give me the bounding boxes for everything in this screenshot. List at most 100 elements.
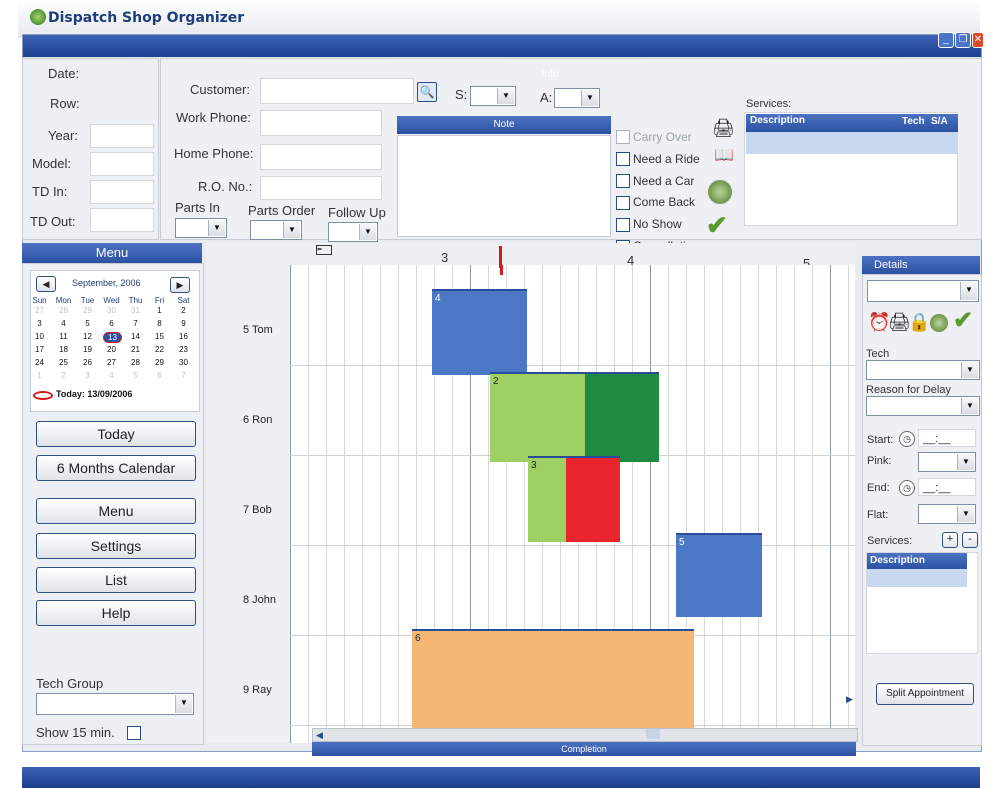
start-time-input[interactable]: __:__ [918, 429, 976, 447]
flat-select[interactable]: ▼ [918, 504, 976, 524]
customer-field[interactable] [260, 78, 414, 104]
carry-over-checkbox[interactable] [616, 130, 630, 144]
scrollbar-thumb[interactable] [646, 729, 660, 739]
tech-select[interactable]: ▼ [866, 360, 980, 380]
help-button[interactable]: Help [36, 600, 196, 626]
appointment-block-delayed[interactable] [566, 456, 620, 542]
calendar-day[interactable]: 4 [55, 319, 72, 328]
a-select[interactable]: ▼ [554, 88, 600, 108]
calendar-day[interactable]: 25 [55, 358, 72, 367]
td-in-field[interactable] [90, 180, 154, 204]
need-ride-checkbox[interactable] [616, 152, 630, 166]
close-button[interactable]: ✕ [972, 32, 984, 48]
calendar-day[interactable]: 6 [151, 371, 168, 380]
horizontal-scrollbar[interactable] [312, 728, 858, 742]
year-field[interactable] [90, 124, 154, 148]
settings-button[interactable]: Settings [36, 533, 196, 559]
calendar-day[interactable]: 28 [127, 358, 144, 367]
restore-button[interactable]: ❐ [955, 32, 971, 48]
appointment-block[interactable]: 2 [490, 372, 585, 462]
calendar-day[interactable]: 18 [55, 345, 72, 354]
no-show-checkbox[interactable] [616, 218, 630, 232]
end-time-input[interactable]: __:__ [918, 478, 976, 496]
calendar-day[interactable]: 29 [79, 306, 96, 315]
book-icon[interactable]: 📖 [714, 145, 734, 165]
clock-icon[interactable]: ◷ [899, 480, 915, 496]
appointment-block-completed[interactable] [585, 372, 659, 462]
calendar-day[interactable]: 3 [79, 371, 96, 380]
model-field[interactable] [90, 152, 154, 176]
calendar-day[interactable]: 10 [31, 332, 48, 341]
next-month-button[interactable]: ▶ [170, 277, 190, 293]
menu-button[interactable]: Menu [36, 498, 196, 524]
appointment-block[interactable]: 4 [432, 289, 527, 375]
details-select[interactable]: ▼ [867, 280, 979, 302]
calendar-day[interactable]: 16 [175, 332, 192, 341]
technician-row-label[interactable]: 7 Bob [243, 504, 272, 516]
calendar-day[interactable]: 26 [79, 358, 96, 367]
calendar-day[interactable]: 5 [79, 319, 96, 328]
eraser-icon[interactable] [930, 314, 948, 332]
calendar-day[interactable]: 23 [175, 345, 192, 354]
scroll-left-icon[interactable]: ◀ [316, 730, 323, 741]
work-phone-field[interactable] [260, 110, 382, 136]
calendar-day[interactable]: 15 [151, 332, 168, 341]
details-services-row[interactable] [867, 569, 967, 587]
appointment-block[interactable]: 6 [412, 629, 694, 743]
show-15-min-checkbox[interactable] [127, 726, 141, 740]
zoom-icon[interactable]: ⬅ [316, 245, 332, 255]
lock-icon[interactable]: 🔒 [908, 312, 930, 333]
printer-icon[interactable]: 🖨 [712, 118, 735, 139]
calendar-day[interactable]: 7 [175, 371, 192, 380]
come-back-checkbox[interactable] [616, 196, 630, 210]
calendar-day[interactable]: 8 [151, 319, 168, 328]
calendar-day[interactable]: 27 [31, 306, 48, 315]
list-button[interactable]: List [36, 567, 196, 593]
checkmark-icon[interactable]: ✔ [953, 306, 973, 335]
calendar-day[interactable]: 30 [103, 306, 120, 315]
clock-icon[interactable]: ◷ [899, 431, 915, 447]
technician-row-label[interactable]: 5 Tom [243, 324, 273, 336]
note-field[interactable] [397, 135, 611, 237]
calendar-day[interactable]: 24 [31, 358, 48, 367]
schedule-grid[interactable]: 4 2 3 5 6 [290, 265, 855, 743]
prev-month-button[interactable]: ◀ [36, 276, 56, 292]
scroll-right-icon[interactable]: ▶ [846, 694, 856, 706]
reason-for-delay-select[interactable]: ▼ [866, 396, 980, 416]
calendar-day[interactable]: 6 [103, 319, 120, 328]
calendar-day[interactable]: 19 [79, 345, 96, 354]
calendar-day[interactable]: 7 [127, 319, 144, 328]
calendar-day[interactable]: 17 [31, 345, 48, 354]
calendar-day[interactable]: 30 [175, 358, 192, 367]
six-months-calendar-button[interactable]: 6 Months Calendar [36, 455, 196, 481]
calendar-day[interactable]: 20 [103, 345, 120, 354]
today-button[interactable]: Today [36, 421, 196, 447]
calendar-day[interactable]: 13 [103, 332, 122, 343]
calendar-day[interactable]: 5 [127, 371, 144, 380]
calendar-day[interactable]: 28 [55, 306, 72, 315]
calendar-day[interactable]: 1 [31, 371, 48, 380]
home-phone-field[interactable] [260, 144, 382, 170]
calendar-day[interactable]: 29 [151, 358, 168, 367]
technician-row-label[interactable]: 8 John [243, 594, 276, 606]
calendar-day[interactable]: 14 [127, 332, 144, 341]
calendar-day[interactable]: 21 [127, 345, 144, 354]
calendar-day[interactable]: 27 [103, 358, 120, 367]
calendar-day[interactable]: 22 [151, 345, 168, 354]
parts-in-select[interactable]: ▼ [175, 218, 227, 238]
calendar-day[interactable]: 4 [103, 371, 120, 380]
calendar-day[interactable]: 31 [127, 306, 144, 315]
s-select[interactable]: ▼ [470, 86, 516, 106]
parts-order-select[interactable]: ▼ [250, 220, 302, 240]
services-table-row[interactable] [746, 132, 958, 154]
follow-up-select[interactable]: ▼ [328, 222, 378, 242]
pink-select[interactable]: ▼ [918, 452, 976, 472]
td-out-field[interactable] [90, 208, 154, 232]
split-appointment-button[interactable]: Split Appointment [876, 683, 974, 705]
minimize-button[interactable]: _ [938, 32, 954, 48]
search-icon[interactable]: 🔍 [417, 82, 437, 102]
technician-row-label[interactable]: 6 Ron [243, 414, 272, 426]
calendar-day[interactable]: 2 [55, 371, 72, 380]
eraser-icon[interactable] [708, 180, 732, 204]
calendar-day[interactable]: 11 [55, 332, 72, 341]
